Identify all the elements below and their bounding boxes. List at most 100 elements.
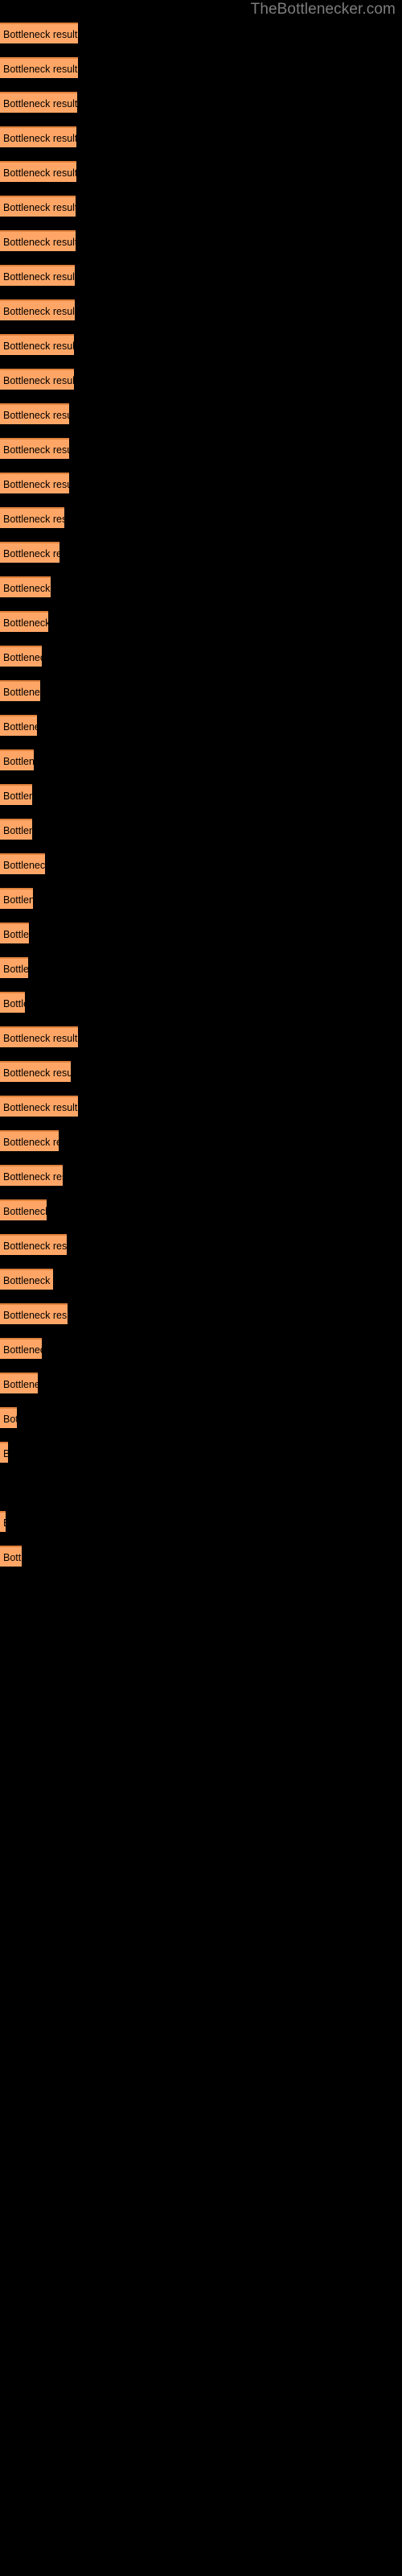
bar-row: Bottleneck result bbox=[0, 784, 402, 805]
bar-label: Bottleneck result bbox=[3, 1379, 38, 1390]
bar-37: Bottleneck result bbox=[0, 1269, 53, 1290]
bar-4: Bottleneck result bbox=[0, 126, 76, 147]
bar-2: Bottleneck result bbox=[0, 57, 78, 78]
bar-label: Bottleneck result bbox=[3, 1102, 78, 1113]
bar-label: Bottleneck result bbox=[3, 1344, 42, 1356]
bar-label: Bottleneck result bbox=[3, 1552, 22, 1563]
bar-row: Bottleneck result bbox=[0, 369, 402, 390]
bar-31: Bottleneck result bbox=[0, 1061, 71, 1082]
bar-row: Bottleneck result bbox=[0, 126, 402, 147]
bar-16: Bottleneck result bbox=[0, 542, 59, 563]
bar-label: Bottleneck result bbox=[3, 1310, 68, 1321]
bar-row: Bottleneck result bbox=[0, 1061, 402, 1082]
bar-25: Bottleneck result bbox=[0, 853, 45, 874]
bar-row: Bottleneck result bbox=[0, 196, 402, 217]
bar-26: Bottleneck result bbox=[0, 888, 33, 909]
bar-20: Bottleneck result bbox=[0, 680, 40, 701]
bar-14: Bottleneck result bbox=[0, 473, 69, 493]
bar-23: Bottleneck result bbox=[0, 784, 32, 805]
bar-17: Bottleneck result bbox=[0, 576, 51, 597]
bar-label: Bottleneck result bbox=[3, 894, 33, 906]
bar-row: Bottleneck result bbox=[0, 23, 402, 43]
bar-label: Bottleneck result bbox=[3, 964, 28, 975]
bar-30: Bottleneck result bbox=[0, 1026, 78, 1047]
bar-label: Bottleneck result bbox=[3, 1241, 67, 1252]
bar-label: Bottleneck result bbox=[3, 341, 74, 352]
bar-label: Bottleneck result bbox=[3, 1515, 6, 1531]
bar-3: Bottleneck result bbox=[0, 92, 77, 113]
bar-9: Bottleneck result bbox=[0, 299, 75, 320]
bar-44: Bottleneck result bbox=[0, 1511, 6, 1532]
bar-row: Bottleneck result bbox=[0, 1442, 402, 1463]
bar-row: Bottleneck result bbox=[0, 680, 402, 701]
bar-label: Bottleneck result bbox=[3, 271, 75, 283]
bar-36: Bottleneck result bbox=[0, 1234, 67, 1255]
bar-label: Bottleneck result bbox=[3, 202, 76, 213]
bar-row: Bottleneck result bbox=[0, 646, 402, 667]
bar-label: Bottleneck result bbox=[3, 167, 76, 179]
bar-19: Bottleneck result bbox=[0, 646, 42, 667]
bar-row: Bottleneck result bbox=[0, 1303, 402, 1324]
bar-45: Bottleneck result bbox=[0, 1546, 22, 1567]
bar-label: Bottleneck result bbox=[3, 1206, 47, 1217]
bar-label: Bottleneck result bbox=[3, 825, 32, 836]
bar-24: Bottleneck result bbox=[0, 819, 32, 840]
bar-row: Bottleneck result bbox=[0, 542, 402, 563]
bar-row: Bottleneck result bbox=[0, 1407, 402, 1428]
bar-row: Bottleneck result bbox=[0, 1338, 402, 1359]
bar-row: Bottleneck result bbox=[0, 1546, 402, 1567]
bar-label: Bottleneck result bbox=[3, 29, 78, 40]
bar-row: Bottleneck result bbox=[0, 1165, 402, 1186]
horizontal-bar-chart: Bottleneck result Bottleneck result Bottle… bbox=[0, 0, 402, 2576]
bar-10: Bottleneck result bbox=[0, 334, 74, 355]
bar-7: Bottleneck result bbox=[0, 230, 76, 251]
bar-row: Bottleneck result bbox=[0, 923, 402, 943]
bar-label: Bottleneck result bbox=[3, 444, 69, 456]
bar-label: Bottleneck result bbox=[3, 929, 29, 940]
bar-label: Bottleneck result bbox=[3, 375, 74, 386]
bar-label: Bottleneck result bbox=[3, 998, 25, 1009]
bar-label: Bottleneck result bbox=[3, 756, 34, 767]
bar-row: Bottleneck result bbox=[0, 265, 402, 286]
bar-row: Bottleneck result bbox=[0, 161, 402, 182]
bar-row: Bottleneck result bbox=[0, 57, 402, 78]
bar-row: Bottleneck result bbox=[0, 749, 402, 770]
bar-row: Bottleneck result bbox=[0, 992, 402, 1013]
bar-32: Bottleneck result bbox=[0, 1096, 78, 1117]
bar-row: Bottleneck result bbox=[0, 334, 402, 355]
bar-label: Bottleneck result bbox=[3, 1446, 8, 1462]
bar-41: Bottleneck result bbox=[0, 1407, 17, 1428]
bar-row: Bottleneck result bbox=[0, 1269, 402, 1290]
bar-28: Bottleneck result bbox=[0, 957, 28, 978]
bar-label: Bottleneck result bbox=[3, 1033, 78, 1044]
bar-row: Bottleneck result bbox=[0, 1199, 402, 1220]
bar-label: Bottleneck result bbox=[3, 1137, 59, 1148]
bar-label: Bottleneck result bbox=[3, 583, 51, 594]
bar-row: Bottleneck result bbox=[0, 230, 402, 251]
bar-13: Bottleneck result bbox=[0, 438, 69, 459]
bar-label: Bottleneck result bbox=[3, 1414, 17, 1425]
bar-row: Bottleneck result bbox=[0, 715, 402, 736]
bar-35: Bottleneck result bbox=[0, 1199, 47, 1220]
bar-label: Bottleneck result bbox=[3, 64, 78, 75]
bar-38: Bottleneck result bbox=[0, 1303, 68, 1324]
bar-label: Bottleneck result bbox=[3, 1275, 53, 1286]
bar-label: Bottleneck result bbox=[3, 98, 77, 109]
bar-6: Bottleneck result bbox=[0, 196, 76, 217]
bar-42: Bottleneck result bbox=[0, 1442, 8, 1463]
bar-label: Bottleneck result bbox=[3, 1171, 63, 1183]
bar-row: Bottleneck result bbox=[0, 611, 402, 632]
bar-29: Bottleneck result bbox=[0, 992, 25, 1013]
bar-row: Bottleneck result bbox=[0, 403, 402, 424]
bar-21: Bottleneck result bbox=[0, 715, 37, 736]
bar-row: Bottleneck result bbox=[0, 92, 402, 113]
bar-label: Bottleneck result bbox=[3, 1067, 71, 1079]
bar-5: Bottleneck result bbox=[0, 161, 76, 182]
bar-label: Bottleneck result bbox=[3, 791, 32, 802]
bar-39: Bottleneck result bbox=[0, 1338, 42, 1359]
bar-row bbox=[0, 1476, 402, 1497]
bar-row: Bottleneck result bbox=[0, 1511, 402, 1532]
bar-label: Bottleneck result bbox=[3, 617, 48, 629]
bar-33: Bottleneck result bbox=[0, 1130, 59, 1151]
bar-row: Bottleneck result bbox=[0, 853, 402, 874]
